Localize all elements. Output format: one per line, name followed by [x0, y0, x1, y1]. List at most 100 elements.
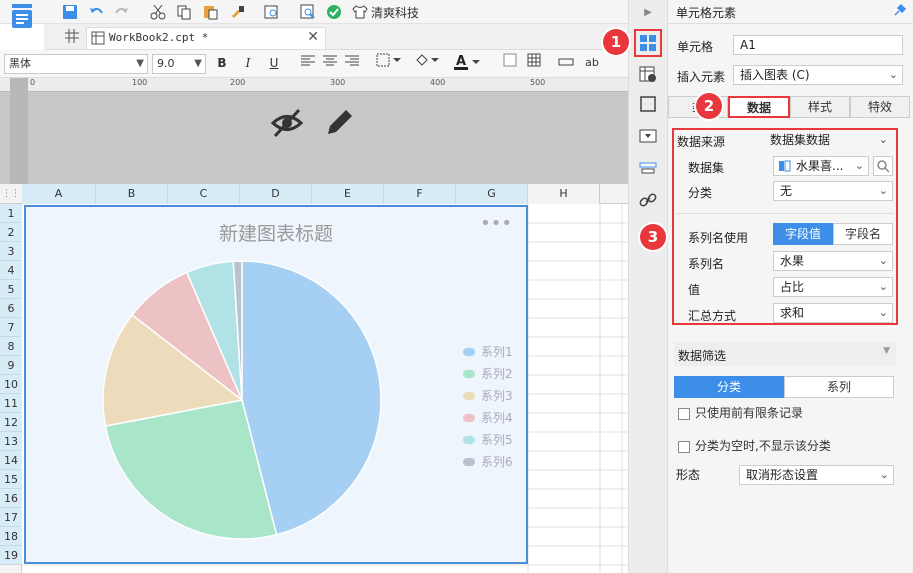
legend-item[interactable]: 系列1: [463, 343, 513, 360]
dropdown-widget-icon[interactable]: [636, 124, 660, 148]
legend-item[interactable]: 系列3: [463, 387, 513, 404]
field-value-toggle[interactable]: 字段值: [773, 223, 833, 245]
row-header[interactable]: 18: [0, 527, 22, 546]
row-header[interactable]: 9: [0, 356, 22, 375]
brand-tshirt-button[interactable]: 清爽科技: [352, 2, 419, 22]
limit-records-checkbox[interactable]: 只使用前有限条记录: [678, 404, 803, 421]
grid-view-icon[interactable]: [64, 28, 80, 47]
series-name-select[interactable]: 水果 ⌄: [773, 251, 893, 271]
hide-empty-category-checkbox[interactable]: 分类为空时,不显示该分类: [678, 437, 831, 454]
column-header[interactable]: C: [168, 184, 240, 204]
column-header[interactable]: G: [456, 184, 528, 204]
tab-workbook[interactable]: WorkBook2.cpt * ✕: [86, 27, 326, 49]
search-icon[interactable]: [873, 156, 893, 176]
data-filter-header[interactable]: 数据筛选 ▼: [674, 342, 896, 366]
text-format-button[interactable]: ab: [582, 53, 602, 73]
column-header[interactable]: B: [96, 184, 168, 204]
font-color-button[interactable]: A: [452, 53, 482, 73]
pin-icon[interactable]: [893, 3, 907, 20]
column-header[interactable]: A: [22, 184, 96, 204]
row-header[interactable]: 7: [0, 318, 22, 337]
filter-category-toggle[interactable]: 分类: [674, 376, 784, 398]
row-header[interactable]: 10: [0, 375, 22, 394]
align-left-icon[interactable]: [298, 53, 318, 73]
save-icon[interactable]: [60, 2, 80, 22]
border-button[interactable]: [374, 53, 404, 73]
font-family-select[interactable]: 黑体 ▼: [4, 54, 148, 74]
align-center-icon[interactable]: [320, 53, 340, 73]
row-header[interactable]: 4: [0, 261, 22, 280]
redo-icon[interactable]: [112, 2, 132, 22]
format-brush-icon[interactable]: [228, 2, 248, 22]
align-right-icon[interactable]: [342, 53, 362, 73]
row-header[interactable]: 5: [0, 280, 22, 299]
column-header[interactable]: H: [528, 184, 600, 204]
cell-style-icon[interactable]: [500, 53, 520, 73]
row-header[interactable]: 2: [0, 223, 22, 242]
search-preview-icon[interactable]: [298, 2, 318, 22]
eye-off-icon[interactable]: [270, 106, 304, 143]
row-header[interactable]: 6: [0, 299, 22, 318]
dataset-select[interactable]: 水果喜... ⌄: [773, 156, 869, 176]
chevron-down-icon: ⌄: [854, 159, 864, 172]
row-header[interactable]: 1: [0, 204, 22, 223]
ruler-mark: 400: [430, 78, 446, 87]
column-header[interactable]: F: [384, 184, 456, 204]
legend-label: 系列3: [481, 389, 513, 403]
close-tab-icon[interactable]: ✕: [307, 29, 319, 45]
field-name-toggle[interactable]: 字段名: [833, 223, 893, 245]
shape-select[interactable]: 取消形态设置 ⌄: [739, 465, 894, 485]
legend-item[interactable]: 系列2: [463, 365, 513, 382]
undo-icon[interactable]: [86, 2, 106, 22]
row-header[interactable]: 17: [0, 508, 22, 527]
row-header[interactable]: 19: [0, 546, 22, 565]
tab-data[interactable]: 数据: [728, 96, 790, 118]
cell-field[interactable]: A1: [733, 35, 903, 55]
condition-attribute-icon[interactable]: [636, 156, 660, 180]
paste-icon[interactable]: [200, 2, 220, 22]
tab-style[interactable]: 样式: [790, 96, 850, 118]
category-select[interactable]: 无 ⌄: [773, 181, 893, 201]
table-icon[interactable]: [524, 53, 544, 73]
row-header[interactable]: 16: [0, 489, 22, 508]
collapse-arrow-icon[interactable]: ▶: [636, 0, 660, 24]
cell-attribute-icon[interactable]: [636, 62, 660, 86]
edit-pencil-icon[interactable]: [322, 106, 356, 143]
select-all-corner[interactable]: ⋮⋮: [0, 184, 22, 204]
legend-item[interactable]: 系列5: [463, 431, 513, 448]
chevron-down-icon: ⌄: [888, 68, 898, 81]
bold-button[interactable]: B: [212, 53, 232, 73]
font-size-select[interactable]: 9.0 ▼: [152, 54, 206, 74]
row-header[interactable]: 13: [0, 432, 22, 451]
preview-icon[interactable]: [262, 2, 282, 22]
fill-color-button[interactable]: [412, 53, 442, 73]
widget-icon[interactable]: [636, 92, 660, 116]
row-header[interactable]: 3: [0, 242, 22, 261]
italic-button[interactable]: I: [238, 53, 258, 73]
link-icon[interactable]: [636, 188, 660, 212]
row-header[interactable]: 11: [0, 394, 22, 413]
app-logo[interactable]: [8, 2, 36, 46]
column-header[interactable]: E: [312, 184, 384, 204]
value-select[interactable]: 占比 ⌄: [773, 277, 893, 297]
filter-series-toggle[interactable]: 系列: [784, 376, 894, 398]
row-header[interactable]: 12: [0, 413, 22, 432]
row-header[interactable]: 14: [0, 451, 22, 470]
datasource-select[interactable]: 数据集数据 ⌄: [763, 130, 893, 150]
column-header[interactable]: D: [240, 184, 312, 204]
check-icon[interactable]: [324, 2, 344, 22]
summary-select[interactable]: 求和 ⌄: [773, 303, 893, 323]
row-header[interactable]: 15: [0, 470, 22, 489]
cut-icon[interactable]: [148, 2, 168, 22]
legend-item[interactable]: 系列6: [463, 453, 513, 470]
tab-effect[interactable]: 特效: [850, 96, 910, 118]
insert-element-select[interactable]: 插入图表 (C) ⌄: [733, 65, 903, 85]
merge-icon[interactable]: [556, 53, 576, 73]
pie-chart[interactable]: 新建图表标题 ••• 系列1 系列2 系列3 系列4 系列5 系列6: [24, 205, 528, 564]
row-header[interactable]: 8: [0, 337, 22, 356]
chevron-down-icon: ▼: [194, 58, 202, 69]
legend-item[interactable]: 系列4: [463, 409, 513, 426]
copy-icon[interactable]: [174, 2, 194, 22]
underline-button[interactable]: U: [264, 53, 284, 73]
cell-element-icon[interactable]: [634, 29, 662, 57]
